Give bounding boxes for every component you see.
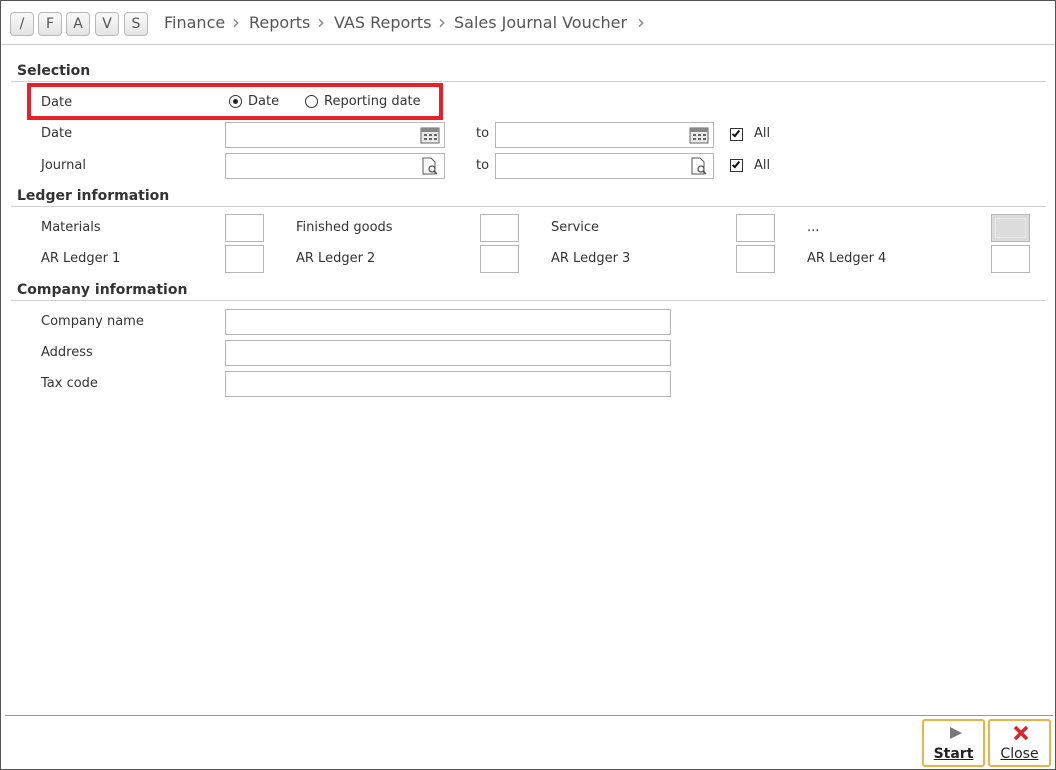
date-all-checkbox[interactable]: [730, 128, 743, 141]
section-divider: [11, 206, 1046, 207]
ledger-materials-label: Materials: [41, 220, 101, 235]
ledger-ar3-input[interactable]: [736, 245, 775, 273]
ledger-more-input: [991, 214, 1030, 242]
start-button-label: Start: [933, 746, 974, 762]
ledger-service-label: Service: [551, 220, 600, 235]
close-button-label: Close: [1000, 746, 1039, 762]
quick-button-slash[interactable]: /: [10, 12, 34, 36]
check-icon: [731, 128, 741, 138]
ledger-more-label: ...: [807, 220, 820, 235]
chevron-right-icon: ›: [438, 10, 446, 34]
close-icon: [1013, 725, 1029, 741]
check-icon: [731, 159, 741, 169]
quick-button-v[interactable]: V: [95, 12, 119, 36]
quick-button-f[interactable]: F: [38, 12, 62, 36]
calendar-icon[interactable]: [689, 126, 709, 144]
tax-code-label: Tax code: [41, 376, 98, 391]
ledger-ar3-label: AR Ledger 3: [551, 251, 631, 266]
section-title-company: Company information: [17, 282, 188, 298]
section-title-ledger: Ledger information: [17, 188, 170, 204]
ledger-ar2-input[interactable]: [480, 245, 519, 273]
ledger-ar4-label: AR Ledger 4: [807, 251, 887, 266]
lookup-icon[interactable]: [420, 157, 440, 175]
date-label: Date: [41, 126, 73, 141]
ledger-ar4-input[interactable]: [991, 245, 1030, 273]
close-button[interactable]: Close: [988, 719, 1051, 767]
radio-reporting-date[interactable]: [305, 95, 318, 108]
quick-button-s[interactable]: S: [124, 12, 148, 36]
start-button[interactable]: Start: [922, 719, 985, 767]
company-name-input[interactable]: [225, 309, 671, 335]
tax-code-input[interactable]: [225, 371, 671, 397]
date-to-input[interactable]: [495, 122, 714, 148]
company-name-label: Company name: [41, 314, 144, 329]
section-divider: [11, 300, 1046, 301]
footer-divider: [5, 715, 1053, 716]
lookup-icon[interactable]: [689, 157, 709, 175]
ledger-finished-goods-label: Finished goods: [296, 220, 393, 235]
top-navigation: / F A V S Finance › Reports › VAS Report…: [1, 1, 1055, 45]
chevron-right-icon: ›: [637, 10, 645, 34]
journal-to-label: to: [476, 158, 490, 173]
ledger-materials-input[interactable]: [225, 214, 264, 242]
disabled-fill: [995, 218, 1026, 238]
ledger-ar1-label: AR Ledger 1: [41, 251, 121, 266]
journal-to-input[interactable]: [495, 153, 714, 179]
section-title-selection: Selection: [17, 63, 91, 79]
breadcrumb-finance[interactable]: Finance: [164, 13, 225, 32]
section-divider: [11, 81, 1046, 82]
ledger-ar1-input[interactable]: [225, 245, 264, 273]
address-label: Address: [41, 345, 93, 360]
radio-date-label[interactable]: Date: [248, 94, 279, 109]
date-to-label: to: [476, 126, 490, 141]
radio-date[interactable]: [229, 95, 242, 108]
calendar-icon[interactable]: [420, 126, 440, 144]
breadcrumb-vas-reports[interactable]: VAS Reports: [334, 13, 431, 32]
ledger-finished-goods-input[interactable]: [480, 214, 519, 242]
radio-reporting-date-label[interactable]: Reporting date: [324, 94, 421, 109]
address-input[interactable]: [225, 340, 671, 366]
breadcrumb-sales-journal-voucher[interactable]: Sales Journal Voucher: [454, 13, 627, 32]
chevron-right-icon: ›: [317, 10, 325, 34]
report-window: / F A V S Finance › Reports › VAS Report…: [0, 0, 1056, 770]
date-from-input[interactable]: [225, 122, 445, 148]
journal-all-label[interactable]: All: [754, 158, 770, 173]
breadcrumb-reports[interactable]: Reports: [249, 13, 310, 32]
journal-all-checkbox[interactable]: [730, 159, 743, 172]
date-type-label: Date: [41, 95, 73, 110]
journal-label: Journal: [41, 158, 86, 173]
ledger-service-input[interactable]: [736, 214, 775, 242]
radio-selected-dot: [232, 98, 238, 104]
play-icon: [950, 727, 962, 739]
ledger-ar2-label: AR Ledger 2: [296, 251, 376, 266]
journal-from-input[interactable]: [225, 153, 445, 179]
date-all-label[interactable]: All: [754, 126, 770, 141]
quick-button-a[interactable]: A: [66, 12, 90, 36]
chevron-right-icon: ›: [232, 10, 240, 34]
